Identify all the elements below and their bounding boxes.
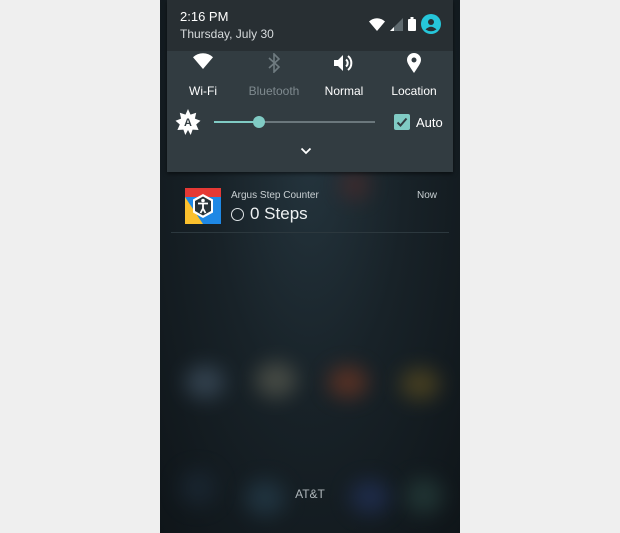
quick-settings-tiles: Wi-Fi Bluetooth Normal Location — [167, 51, 453, 103]
tile-wifi[interactable]: Wi-Fi — [167, 51, 239, 103]
quick-settings-panel: 2:16 PM Thursday, July 30 Wi-Fi Bluetoot… — [167, 0, 453, 172]
wifi-icon — [369, 17, 385, 31]
wallpaper-blur — [185, 365, 225, 399]
svg-text:A: A — [184, 117, 192, 129]
brightness-slider[interactable] — [214, 116, 375, 128]
phone-screen: 2:16 PM Thursday, July 30 Wi-Fi Bluetoot… — [160, 0, 460, 533]
check-icon — [396, 117, 408, 127]
status-icons — [369, 14, 441, 34]
auto-brightness-checkbox[interactable] — [394, 114, 410, 130]
battery-icon — [408, 17, 416, 31]
brightness-thumb[interactable] — [253, 116, 266, 128]
chevron-down-icon[interactable] — [300, 147, 312, 155]
tile-label: Bluetooth — [248, 84, 300, 98]
auto-brightness-label[interactable]: Auto — [416, 115, 443, 130]
notification-time: Now — [416, 190, 437, 201]
wifi-icon — [193, 53, 213, 69]
cell-signal-icon — [390, 17, 403, 31]
auto-brightness-icon[interactable]: A — [175, 109, 201, 135]
notification-card[interactable]: Argus Step Counter Now 0 Steps — [171, 182, 449, 233]
tile-bluetooth[interactable]: Bluetooth — [238, 51, 310, 103]
argus-app-icon — [185, 188, 221, 224]
notification-app-name: Argus Step Counter — [231, 190, 319, 201]
date-label[interactable]: Thursday, July 30 — [180, 27, 274, 41]
wallpaper-blur — [255, 362, 297, 398]
status-header: 2:16 PM Thursday, July 30 — [167, 0, 453, 51]
account-icon[interactable] — [421, 14, 441, 34]
bluetooth-icon — [268, 53, 281, 73]
location-pin-icon — [407, 53, 421, 73]
brightness-row: A Auto — [167, 104, 453, 140]
tile-location[interactable]: Location — [378, 51, 450, 103]
notification-text: 0 Steps — [250, 204, 308, 223]
tile-label: Wi-Fi — [189, 84, 217, 98]
volume-icon — [334, 55, 353, 71]
tile-label: Location — [391, 84, 437, 98]
tile-sound-mode[interactable]: Normal — [308, 51, 380, 103]
wallpaper-blur — [400, 368, 440, 400]
tile-label: Normal — [324, 84, 364, 98]
notification-content: 0 Steps — [231, 204, 308, 224]
progress-circle-icon — [231, 207, 244, 221]
carrier-label: AT&T — [295, 487, 325, 501]
clock[interactable]: 2:16 PM — [180, 9, 228, 24]
wallpaper-blur — [328, 366, 368, 398]
